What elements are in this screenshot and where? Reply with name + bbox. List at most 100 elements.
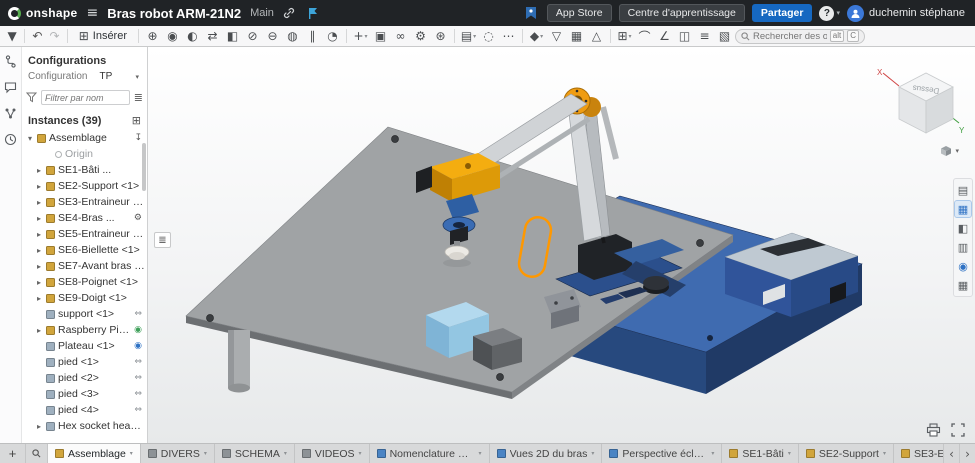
instance-row[interactable]: support <1>⇔ <box>22 306 147 322</box>
onshape-logo[interactable]: onshape <box>8 6 77 20</box>
gear-relation-icon[interactable]: ⚙ <box>411 28 430 45</box>
tab-se2-support[interactable]: SE2-Support▾ <box>799 444 894 463</box>
drawing-icon[interactable]: ⊞▾ <box>615 28 634 45</box>
section-tool-icon[interactable]: ◧ <box>955 220 971 236</box>
feature-filter-icon[interactable]: ▼ <box>4 28 20 45</box>
instance-row[interactable]: ▸SE8-Poignet <1> <box>22 274 147 290</box>
expand-caret-icon[interactable]: ▸ <box>35 198 43 207</box>
expand-caret-icon[interactable]: ▸ <box>35 182 43 191</box>
undo-icon[interactable]: ↶ <box>29 28 45 45</box>
replicate-icon[interactable]: ⋯ <box>499 28 518 45</box>
tool-search[interactable]: alt C <box>735 29 865 44</box>
comments-icon[interactable] <box>4 81 17 94</box>
fastened-mate-icon[interactable]: ◉ <box>163 28 182 45</box>
expand-caret-icon[interactable]: ▸ <box>35 422 43 431</box>
learning-center-button[interactable]: Centre d'apprentissage <box>619 4 745 22</box>
insert-button[interactable]: ⊞ Insérer <box>72 27 134 46</box>
relations-icon[interactable]: ∞ <box>391 28 410 45</box>
notifications-icon[interactable] <box>523 5 540 21</box>
expand-caret-icon[interactable]: ▸ <box>35 230 43 239</box>
display-states-icon[interactable]: △ <box>587 28 606 45</box>
appearance-icon[interactable]: ◉ <box>955 258 971 274</box>
tab-search-button[interactable] <box>26 444 48 463</box>
share-link-icon[interactable] <box>281 5 298 21</box>
appearance-panel-icon[interactable]: ≡ <box>695 28 714 45</box>
expand-caret-icon[interactable]: ▸ <box>35 294 43 303</box>
tool-search-input[interactable] <box>753 31 827 42</box>
instance-row[interactable]: pied <1>⇔ <box>22 354 147 370</box>
print-icon[interactable] <box>926 423 941 437</box>
insert-instance-icon[interactable]: ⊞ <box>132 114 141 127</box>
redo-icon[interactable]: ↷ <box>46 28 62 45</box>
mate-icon[interactable]: ⊕ <box>143 28 162 45</box>
explode-view-icon[interactable]: ◆▾ <box>527 28 546 45</box>
share-button[interactable]: Partager <box>752 4 813 22</box>
gray-box-part[interactable] <box>473 328 522 370</box>
fullscreen-icon[interactable] <box>951 423 965 437</box>
planar-mate-icon[interactable]: ◧ <box>223 28 242 45</box>
tabs-prev-button[interactable]: ‹ <box>943 444 959 463</box>
app-store-button[interactable]: App Store <box>547 4 612 22</box>
cylindrical-mate-icon[interactable]: ⊘ <box>243 28 262 45</box>
tangent-mate-icon[interactable]: ◔ <box>323 28 342 45</box>
interference-icon[interactable]: ⌒ <box>635 28 654 45</box>
instance-row[interactable]: ▸SE1-Bâti ... <box>22 162 147 178</box>
tab-se1-b-ti[interactable]: SE1-Bâti▾ <box>722 444 798 463</box>
linear-pattern-icon[interactable]: ▤▾ <box>459 28 478 45</box>
screw-relation-icon[interactable]: ⊛ <box>431 28 450 45</box>
expand-caret-icon[interactable]: ▸ <box>35 246 43 255</box>
history-icon[interactable] <box>4 133 17 146</box>
add-tab-button[interactable]: + <box>0 444 26 463</box>
plate-leg[interactable] <box>228 330 250 393</box>
tab-se3-entraineur-bras[interactable]: SE3-Entraineur bras▾ <box>894 444 943 463</box>
view-menu-button[interactable]: ▾ <box>940 145 959 157</box>
named-positions-icon[interactable]: ▽ <box>547 28 566 45</box>
mate-connector-icon[interactable]: +▾ <box>351 28 370 45</box>
expand-caret-icon[interactable]: ▸ <box>35 326 43 335</box>
tab-nomenclature-bras-ro[interactable]: Nomenclature Bras Ro...▾ <box>370 444 490 463</box>
assembly-3d-scene[interactable] <box>148 47 975 443</box>
help-menu[interactable]: ? ▾ <box>819 6 840 21</box>
snapshot-icon[interactable]: ▦ <box>567 28 586 45</box>
revolute-mate-icon[interactable]: ◐ <box>183 28 202 45</box>
section-view-icon[interactable]: ◫ <box>675 28 694 45</box>
tab-divers[interactable]: DIVERS▾ <box>141 444 215 463</box>
configuration-row[interactable]: Configuration TP ▾ <box>22 70 147 87</box>
export-icon[interactable]: ▧ <box>715 28 734 45</box>
expand-caret-icon[interactable]: ▾ <box>26 134 34 143</box>
expand-caret-icon[interactable]: ▸ <box>35 278 43 287</box>
instance-row[interactable]: ▸SE4-Bras ...⚙ <box>22 210 147 226</box>
expand-caret-icon[interactable]: ▸ <box>35 214 43 223</box>
instance-row[interactable]: pied <4>⇔ <box>22 402 147 418</box>
ball-mate-icon[interactable]: ◍ <box>283 28 302 45</box>
instance-row[interactable]: ▾Assemblage↧ <box>22 130 147 146</box>
group-icon[interactable]: ▣ <box>371 28 390 45</box>
versions-icon[interactable] <box>4 55 17 68</box>
instance-row[interactable]: ▸Hex socket head ca... <box>22 418 147 434</box>
graphics-viewport[interactable]: X Y Z Dessus ▾ ≣ ▤▦◧▥◉▦ <box>148 47 975 443</box>
instance-row[interactable]: ▸SE3-Entraineur bra... <box>22 194 147 210</box>
follow-mode-icon[interactable] <box>305 5 322 21</box>
hidden-instances-toggle[interactable]: ≣ <box>154 232 171 248</box>
collaboration-icon[interactable] <box>4 107 17 120</box>
instance-row[interactable]: ▸SE9-Doigt <1> <box>22 290 147 306</box>
instance-row[interactable]: ▸Raspberry Pi 3 Mod...◉ <box>22 322 147 338</box>
expand-caret-icon[interactable]: ▸ <box>35 262 43 271</box>
view-settings-icon[interactable]: ▦ <box>955 201 971 217</box>
instance-row[interactable]: Origin <box>22 146 147 162</box>
tab-vues-2d-du-bras[interactable]: Vues 2D du bras▾ <box>490 444 603 463</box>
instance-row[interactable]: Plateau <1>◉ <box>22 338 147 354</box>
instance-row[interactable]: ▸SE5-Entraineur biel... <box>22 226 147 242</box>
tab-perspective-clat-e[interactable]: Perspective éclatée▾ <box>602 444 722 463</box>
pin-slot-mate-icon[interactable]: ⊖ <box>263 28 282 45</box>
bom-table-icon[interactable]: ▦ <box>955 277 971 293</box>
parallel-mate-icon[interactable]: ∥ <box>303 28 322 45</box>
view-cube[interactable]: X Y Z Dessus <box>869 51 969 143</box>
expand-caret-icon[interactable]: ▸ <box>35 166 43 175</box>
slider-mate-icon[interactable]: ⇄ <box>203 28 222 45</box>
named-views-icon[interactable]: ▥ <box>955 239 971 255</box>
tab-schema[interactable]: SCHEMA▾ <box>215 444 295 463</box>
main-menu-icon[interactable]: ≡ <box>86 5 98 21</box>
instance-row[interactable]: ▸SE2-Support <1> <box>22 178 147 194</box>
instance-row[interactable]: ▸SE7-Avant bras <1> <box>22 258 147 274</box>
